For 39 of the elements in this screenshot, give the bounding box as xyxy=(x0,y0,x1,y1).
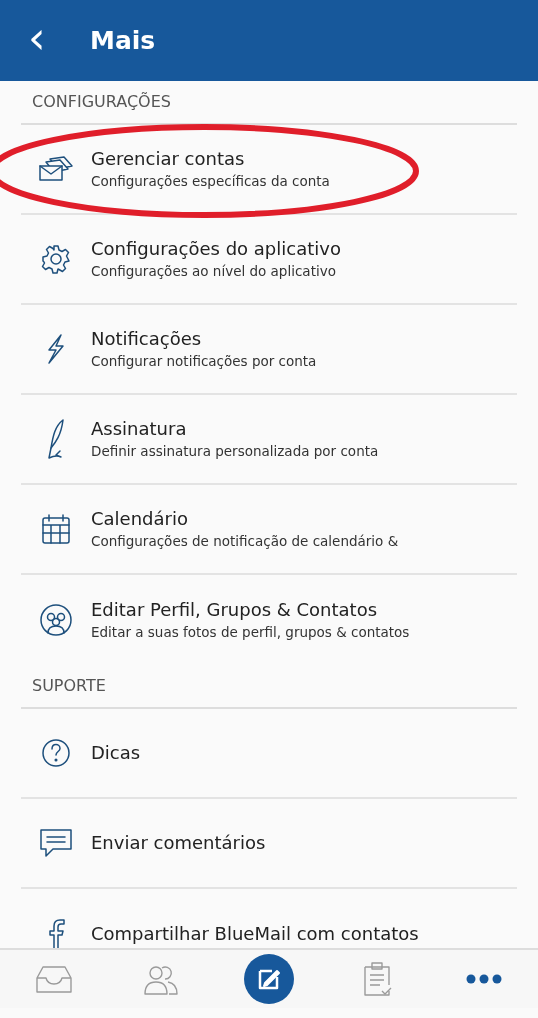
help-icon xyxy=(41,738,71,768)
section-header: SUPORTE xyxy=(32,675,106,697)
item-subtitle: Configurar notificações por conta xyxy=(91,352,317,371)
facebook-icon xyxy=(46,918,66,948)
item-subtitle: Configurações específicas da conta xyxy=(91,172,330,191)
item-subtitle: Configurações ao nível do aplicativo xyxy=(91,262,337,281)
item-subtitle: Configurações de notificação de calendário & xyxy=(91,532,399,551)
item-title: Dicas xyxy=(91,742,141,764)
gear-icon xyxy=(41,244,71,274)
screen-title: Mais xyxy=(90,24,156,57)
item-title: Notificações xyxy=(91,327,203,350)
menu-item[interactable]: Configurações do aplicativo Configurações ao nível do aplicativo xyxy=(21,215,517,305)
section-header: CONFIGURAÇÕES xyxy=(32,91,171,113)
item-title: Editar Perfil, Grupos & Contatos xyxy=(91,598,379,621)
menu-item[interactable]: Gerenciar contas Configurações específicas da conta xyxy=(21,125,517,215)
item-title: Assinatura xyxy=(91,417,188,440)
more-icon xyxy=(466,974,503,984)
item-title: Gerenciar contas xyxy=(91,147,246,170)
menu-item[interactable]: Notificações Configurar notificações por conta xyxy=(21,305,517,395)
item-title: Enviar comentários xyxy=(91,832,266,854)
item-title: Calendário xyxy=(91,507,189,530)
item-subtitle: Definir assinatura personalizada por conta xyxy=(91,442,379,461)
menu-item[interactable]: Editar Perfil, Grupos & Contatos Editar a suas fotos de perfil, grupos & contatos xyxy=(21,575,517,665)
item-title: Compartilhar BlueMail com contatos xyxy=(91,923,419,945)
profile-group-icon xyxy=(39,603,73,637)
back-button[interactable]: ‹ xyxy=(0,15,90,66)
comment-icon xyxy=(39,827,73,859)
inbox-icon xyxy=(34,964,73,994)
compose-icon xyxy=(243,953,295,1005)
menu-item[interactable]: Compartilhar BlueMail com contatos xyxy=(21,889,517,948)
envelopes-icon xyxy=(38,155,74,183)
item-title: Configurações do aplicativo xyxy=(91,237,341,260)
menu-item[interactable]: Assinatura Definir assinatura personalizada por conta xyxy=(21,395,517,485)
menu-item[interactable]: Dicas xyxy=(21,709,517,799)
menu-item[interactable]: Enviar comentários xyxy=(21,799,517,889)
item-subtitle: Editar a suas fotos de perfil, grupos & contatos xyxy=(91,623,410,642)
clipboard-check-icon xyxy=(361,961,392,997)
calendar-icon xyxy=(41,513,71,545)
menu-item[interactable]: Calendário Configurações de notificação de calendário & xyxy=(21,485,517,575)
